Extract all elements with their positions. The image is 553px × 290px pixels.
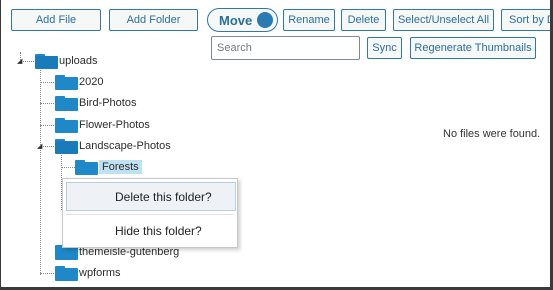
tree-node-2020[interactable]: 2020 bbox=[55, 73, 103, 91]
tree-node-bird-photos[interactable]: Bird-Photos bbox=[55, 94, 136, 112]
folder-open-icon bbox=[55, 138, 78, 154]
move-toggle[interactable]: Move bbox=[207, 8, 278, 32]
sync-button[interactable]: Sync bbox=[367, 37, 402, 59]
menu-divider bbox=[66, 214, 234, 215]
collapse-icon[interactable]: ◢ bbox=[37, 142, 42, 150]
sort-by-button[interactable]: Sort by D bbox=[501, 9, 553, 31]
toggle-knob-icon bbox=[257, 12, 273, 28]
tree-node-label: Bird-Photos bbox=[79, 97, 137, 109]
tree-connector bbox=[40, 103, 54, 104]
tree-node-label: Flower-Photos bbox=[79, 119, 150, 131]
delete-button[interactable]: Delete bbox=[341, 9, 386, 31]
add-folder-button[interactable]: Add Folder bbox=[109, 9, 198, 31]
tree-node-label: uploads bbox=[59, 55, 98, 67]
select-unselect-all-button[interactable]: Select/Unselect All bbox=[393, 9, 494, 31]
empty-files-message: No files were found. bbox=[443, 128, 541, 140]
tree-node-wpforms[interactable]: wpforms bbox=[55, 264, 121, 282]
tree-node-label: 2020 bbox=[79, 76, 104, 88]
folder-icon bbox=[55, 74, 78, 90]
tree-node-label: Landscape-Photos bbox=[79, 140, 171, 152]
menu-item-hide-folder[interactable]: Hide this folder? bbox=[63, 216, 237, 245]
tree-connector bbox=[40, 125, 54, 126]
move-toggle-label: Move bbox=[219, 13, 253, 28]
add-file-button[interactable]: Add File bbox=[11, 9, 101, 31]
folder-icon bbox=[75, 159, 98, 175]
tree-node-flower-photos[interactable]: Flower-Photos bbox=[55, 116, 150, 134]
tree-connector bbox=[61, 167, 75, 168]
collapse-icon[interactable]: ◢ bbox=[17, 57, 22, 65]
tree-connector bbox=[40, 70, 41, 275]
rename-button[interactable]: Rename bbox=[283, 9, 335, 31]
folder-open-icon bbox=[35, 53, 58, 69]
tree-node-label: Forests bbox=[99, 160, 142, 174]
tree-node-uploads[interactable]: uploads bbox=[35, 52, 98, 70]
search-input[interactable] bbox=[211, 36, 360, 60]
tree-node-label: wpforms bbox=[79, 267, 121, 279]
tree-connector bbox=[40, 82, 54, 83]
folder-context-menu: Delete this folder? Hide this folder? bbox=[62, 178, 238, 248]
folder-icon bbox=[55, 265, 78, 281]
folder-icon bbox=[55, 117, 78, 133]
menu-item-delete-folder[interactable]: Delete this folder? bbox=[66, 182, 236, 211]
folder-icon bbox=[55, 95, 78, 111]
tree-node-landscape-photos[interactable]: Landscape-Photos bbox=[55, 137, 171, 155]
regenerate-thumbnails-button[interactable]: Regenerate Thumbnails bbox=[410, 37, 536, 59]
tree-node-forests[interactable]: Forests bbox=[75, 158, 142, 176]
tree-connector bbox=[40, 273, 54, 274]
